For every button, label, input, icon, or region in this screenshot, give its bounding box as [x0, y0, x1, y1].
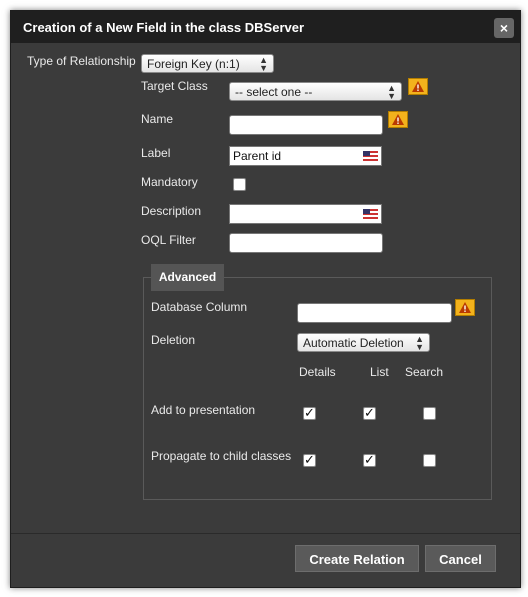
cancel-button[interactable]: Cancel	[425, 545, 496, 572]
column-header-details: Details	[299, 365, 336, 379]
database-column-label: Database Column	[151, 300, 248, 314]
select-arrows-icon: ▲ ▼	[259, 55, 268, 73]
label-input[interactable]: Parent id	[229, 146, 382, 166]
create-relation-button[interactable]: Create Relation	[295, 545, 419, 572]
column-header-list: List	[370, 365, 389, 379]
dialog-title: Creation of a New Field in the class DBS…	[23, 20, 305, 35]
target-class-value: -- select one --	[235, 85, 313, 99]
label-input-value: Parent id	[233, 149, 282, 163]
oql-filter-label: OQL Filter	[141, 233, 196, 247]
deletion-select[interactable]: Automatic Deletion ▲ ▼	[297, 333, 430, 352]
target-class-label: Target Class	[141, 79, 208, 93]
type-of-relationship-value: Foreign Key (n:1)	[147, 57, 240, 71]
select-arrows-icon: ▲ ▼	[415, 334, 424, 352]
us-flag-icon[interactable]	[363, 151, 378, 161]
propagate-search-checkbox[interactable]	[423, 454, 436, 467]
label-label: Label	[141, 146, 171, 160]
mandatory-label: Mandatory	[141, 175, 198, 189]
add-to-presentation-list-checkbox[interactable]: ✓	[363, 405, 376, 420]
dialog-titlebar: Creation of a New Field in the class DBS…	[11, 11, 520, 43]
type-of-relationship-label: Type of Relationship	[27, 54, 136, 68]
propagate-list-checkbox[interactable]: ✓	[363, 452, 376, 467]
warning-icon	[388, 111, 408, 128]
mandatory-checkbox[interactable]	[233, 178, 246, 191]
propagate-to-child-classes-label: Propagate to child classes	[151, 449, 292, 463]
footer-divider	[11, 533, 520, 534]
description-input[interactable]	[229, 204, 382, 224]
new-field-dialog: Creation of a New Field in the class DBS…	[10, 10, 521, 588]
add-to-presentation-label: Add to presentation	[151, 403, 256, 417]
deletion-value: Automatic Deletion	[303, 336, 404, 350]
us-flag-icon[interactable]	[363, 209, 378, 219]
name-label: Name	[141, 112, 174, 126]
propagate-details-checkbox[interactable]: ✓	[303, 452, 316, 467]
add-to-presentation-details-checkbox[interactable]: ✓	[303, 405, 316, 420]
advanced-legend: Advanced	[151, 264, 224, 291]
database-column-input[interactable]	[297, 303, 452, 323]
oql-filter-input[interactable]	[229, 233, 383, 253]
warning-icon	[455, 299, 475, 316]
type-of-relationship-select[interactable]: Foreign Key (n:1) ▲ ▼	[141, 54, 274, 73]
add-to-presentation-search-checkbox[interactable]	[423, 407, 436, 420]
close-icon[interactable]: ×	[494, 18, 514, 38]
select-arrows-icon: ▲ ▼	[387, 83, 396, 101]
description-label: Description	[141, 204, 202, 218]
column-header-search: Search	[405, 365, 444, 379]
deletion-label: Deletion	[151, 333, 196, 347]
name-input[interactable]	[229, 115, 383, 135]
target-class-select[interactable]: -- select one -- ▲ ▼	[229, 82, 402, 101]
warning-icon	[408, 78, 428, 95]
